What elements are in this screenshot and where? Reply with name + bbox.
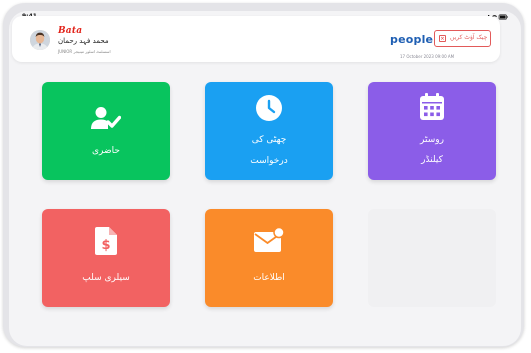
empty-tile-placeholder: [368, 209, 496, 307]
user-designation: JUNIOR اسسٹنٹ اسٹور مینیجر: [58, 49, 111, 54]
people-logo: people: [390, 33, 434, 46]
close-square-icon: ×: [439, 35, 446, 42]
brand-logo: Bata: [58, 26, 83, 36]
user-avatar[interactable]: [30, 30, 50, 50]
svg-text:$: $: [101, 238, 110, 253]
roster-label-line1: روسٹر: [420, 135, 444, 145]
checkout-label: چیک آؤٹ کریں: [450, 34, 488, 41]
notifications-label: اطلاعات: [253, 273, 285, 283]
avatar-image: [30, 30, 50, 50]
leave-request-tile[interactable]: چھٹی کی درخواست: [205, 82, 333, 180]
user-name: محمد فہد رحمان: [58, 37, 109, 45]
current-datetime: 17 October 2023 09:00 AM: [400, 54, 455, 59]
clock-icon: [205, 94, 333, 122]
checkout-button[interactable]: × چیک آؤٹ کریں: [434, 30, 491, 47]
salary-label: سیلری سلپ: [82, 273, 130, 283]
notifications-tile[interactable]: اطلاعات: [205, 209, 333, 307]
mail-notification-icon: [205, 227, 333, 253]
roster-label-line2: کیلنڈر: [421, 155, 443, 165]
attendance-tile[interactable]: حاضری: [42, 82, 170, 180]
roster-calendar-tile[interactable]: روسٹر کیلنڈر: [368, 82, 496, 180]
attendance-label: حاضری: [92, 146, 120, 156]
leave-label-line1: چھٹی کی: [251, 135, 287, 145]
user-check-icon: [42, 106, 170, 130]
dollar-document-icon: $: [42, 227, 170, 255]
leave-label-line2: درخواست: [250, 156, 288, 166]
salary-slip-tile[interactable]: $ سیلری سلپ: [42, 209, 170, 307]
calendar-icon: [368, 93, 496, 121]
